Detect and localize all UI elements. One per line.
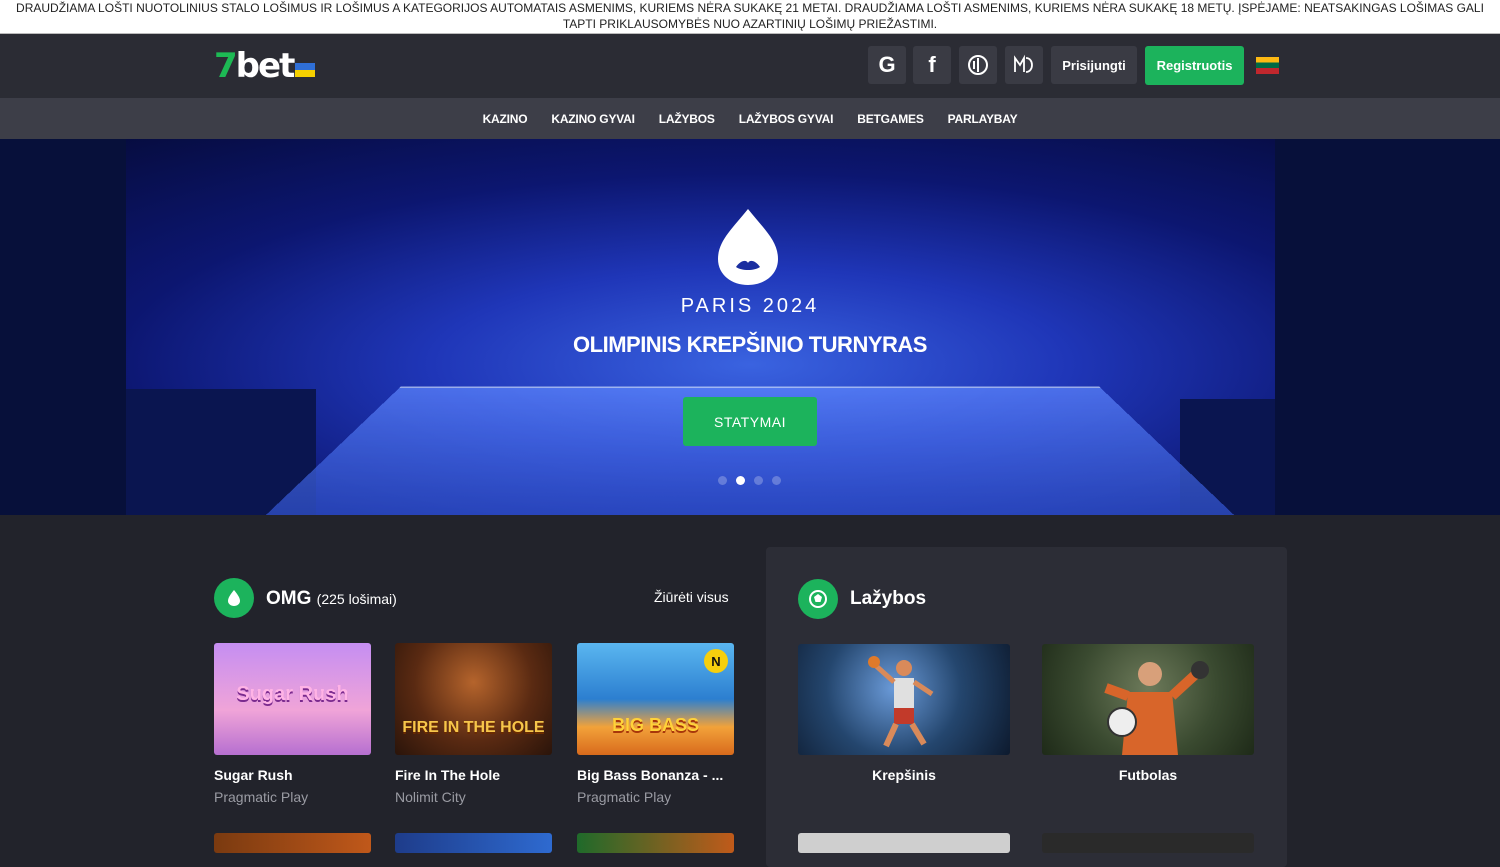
soccer-ball-icon	[798, 579, 838, 619]
new-badge: N	[704, 649, 728, 673]
nav-item-betgames[interactable]: BETGAMES	[857, 112, 924, 126]
game-name: Sugar Rush	[214, 767, 293, 783]
hero-title: OLIMPINIS KREPŠINIO TURNYRAS	[573, 332, 927, 357]
game-thumb-text: BIG BASS	[611, 715, 699, 735]
carousel-dot[interactable]	[754, 476, 763, 485]
game-provider: Pragmatic Play	[214, 789, 309, 805]
basketball-player-icon	[868, 656, 934, 748]
mobile-id-login-button[interactable]	[1005, 46, 1043, 84]
carousel-dot[interactable]	[718, 476, 727, 485]
game-provider: Pragmatic Play	[577, 789, 672, 805]
sport-name: Futbolas	[1118, 767, 1178, 783]
game-card-partial[interactable]	[214, 833, 371, 853]
football-thumbnail	[1042, 644, 1254, 755]
logo-seven: 7	[214, 46, 238, 86]
google-icon: G	[878, 52, 896, 77]
hero-right-panel	[1275, 139, 1500, 515]
game-thumb-text: FIRE IN THE HOLE	[402, 719, 545, 736]
view-all-link[interactable]: Žiūrėti visus	[654, 589, 729, 605]
facebook-icon: f	[928, 52, 936, 77]
betting-title: Lažybos	[850, 588, 927, 609]
sport-card-partial[interactable]	[798, 833, 1010, 853]
sport-name: Krepšinis	[872, 767, 936, 783]
fire-icon	[214, 578, 254, 618]
carousel-dot[interactable]	[772, 476, 781, 485]
game-card-partial[interactable]	[577, 833, 734, 853]
carousel-dots	[718, 476, 781, 485]
basketball-thumbnail	[798, 644, 1010, 755]
register-button[interactable]: Registruotis	[1145, 46, 1244, 85]
game-name: Fire In The Hole	[395, 767, 501, 783]
carousel-dot-active[interactable]	[736, 476, 745, 485]
google-login-button[interactable]: G	[868, 46, 906, 84]
smart-id-icon	[968, 55, 988, 75]
sport-card-partial[interactable]	[1042, 833, 1254, 853]
game-card[interactable]: N BIG BASS Big Bass Bonanza - ... Pragma…	[577, 643, 734, 805]
nav-item-lazybos-gyvai[interactable]: LAŽYBOS GYVAI	[739, 112, 834, 126]
top-header: 7 bet G f Prisijungti Registruotis	[0, 34, 1500, 98]
game-thumbnail: Sugar Rush	[214, 643, 371, 755]
hero-left-panel	[0, 139, 126, 515]
game-card[interactable]: FIRE IN THE HOLE Fire In The Hole Nolimi…	[395, 643, 552, 805]
olympic-flame-icon	[718, 209, 778, 285]
main-nav: KAZINO KAZINO GYVAI LAŽYBOS LAŽYBOS GYVA…	[0, 98, 1500, 139]
smart-id-login-button[interactable]	[959, 46, 997, 84]
mobile-id-icon	[1014, 54, 1033, 73]
sport-card-basketball[interactable]: Krepšinis	[798, 644, 1010, 783]
age-warning-line1: DRAUDŽIAMA LOŠTI NUOTOLINIUS STALO LOŠIM…	[16, 1, 1484, 15]
logo-flag-icon	[295, 63, 316, 77]
game-thumb-text: Sugar Rush	[236, 683, 349, 705]
game-card-partial[interactable]	[395, 833, 552, 853]
age-warning-line2: TAPTI PRIKLAUSOMYBĖS NUO AZARTINIŲ LOŠIM…	[562, 17, 938, 31]
game-thumbnail: N BIG BASS	[577, 643, 734, 755]
language-flag-icon[interactable]	[1256, 57, 1279, 74]
hero-cta-button[interactable]: STATYMAI	[683, 397, 817, 446]
nav-item-parlaybay[interactable]: PARLAYBAY	[948, 112, 1018, 126]
main-content: OMG (225 lošimai) Žiūrėti visus Sugar Ru…	[0, 515, 1500, 867]
nav-item-kazino[interactable]: KAZINO	[483, 112, 528, 126]
site-logo[interactable]: 7 bet	[214, 46, 316, 86]
omg-section-title: OMG (225 lošimai)	[266, 588, 397, 610]
logo-bet: bet	[235, 46, 296, 86]
game-provider: Nolimit City	[395, 789, 466, 805]
game-name: Big Bass Bonanza - ...	[577, 767, 724, 783]
game-thumbnail: FIRE IN THE HOLE	[395, 643, 552, 755]
omg-title: OMG	[266, 588, 312, 609]
login-button[interactable]: Prisijungti	[1051, 46, 1137, 84]
betting-panel: Lažybos Krepšinis Futbolas	[766, 547, 1287, 867]
hero-subtitle: PARIS 2024	[680, 295, 820, 317]
goalkeeper-icon	[1104, 661, 1209, 755]
omg-count: (225 lošimai)	[316, 591, 397, 607]
nav-item-kazino-gyvai[interactable]: KAZINO GYVAI	[551, 112, 635, 126]
facebook-login-button[interactable]: f	[913, 46, 951, 84]
nav-item-lazybos[interactable]: LAŽYBOS	[659, 112, 715, 126]
age-warning-banner: DRAUDŽIAMA LOŠTI NUOTOLINIUS STALO LOŠIM…	[0, 0, 1500, 34]
hero-banner[interactable]: PARIS 2024 OLIMPINIS KREPŠINIO TURNYRAS …	[0, 139, 1500, 515]
sport-card-football[interactable]: Futbolas	[1042, 644, 1254, 783]
game-card[interactable]: Sugar Rush Sugar Rush Pragmatic Play	[214, 643, 371, 805]
